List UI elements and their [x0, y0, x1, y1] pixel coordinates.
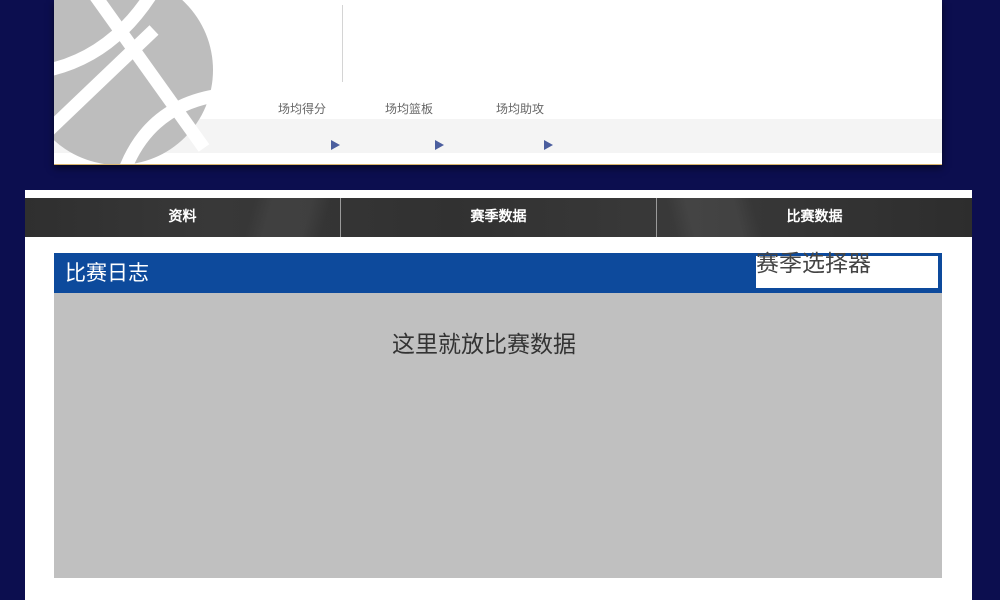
tab-season-stats[interactable]: 赛季数据: [340, 198, 656, 237]
game-log-placeholder: 这里就放比赛数据: [392, 332, 576, 358]
stat-label-assists: 场均助攻: [495, 102, 544, 116]
game-log-header: 比赛日志 赛季选择器: [54, 252, 942, 293]
triangle-right-icon[interactable]: [331, 140, 340, 150]
game-log-title: 比赛日志: [65, 261, 149, 285]
tab-profile[interactable]: 资料: [25, 198, 340, 237]
season-selector[interactable]: 赛季选择器: [756, 252, 938, 288]
triangle-right-icon[interactable]: [544, 140, 553, 150]
content-panel: 资料 赛季数据 比赛数据 比赛日志 赛季选择器 这里就放比赛数据: [25, 190, 972, 600]
tab-bar: 资料 赛季数据 比赛数据: [25, 198, 972, 237]
stat-label-points: 场均得分: [277, 102, 326, 116]
game-log-content: 这里就放比赛数据: [54, 293, 942, 578]
divider: [342, 5, 343, 82]
triangle-right-icon[interactable]: [435, 140, 444, 150]
player-card: 场均得分 场均篮板 场均助攻: [54, 0, 942, 165]
season-selector-label: 赛季选择器: [756, 251, 871, 277]
basketball-icon: [54, 0, 214, 164]
stat-label-rebounds: 场均篮板: [384, 102, 433, 116]
tab-game-stats[interactable]: 比赛数据: [656, 198, 972, 237]
